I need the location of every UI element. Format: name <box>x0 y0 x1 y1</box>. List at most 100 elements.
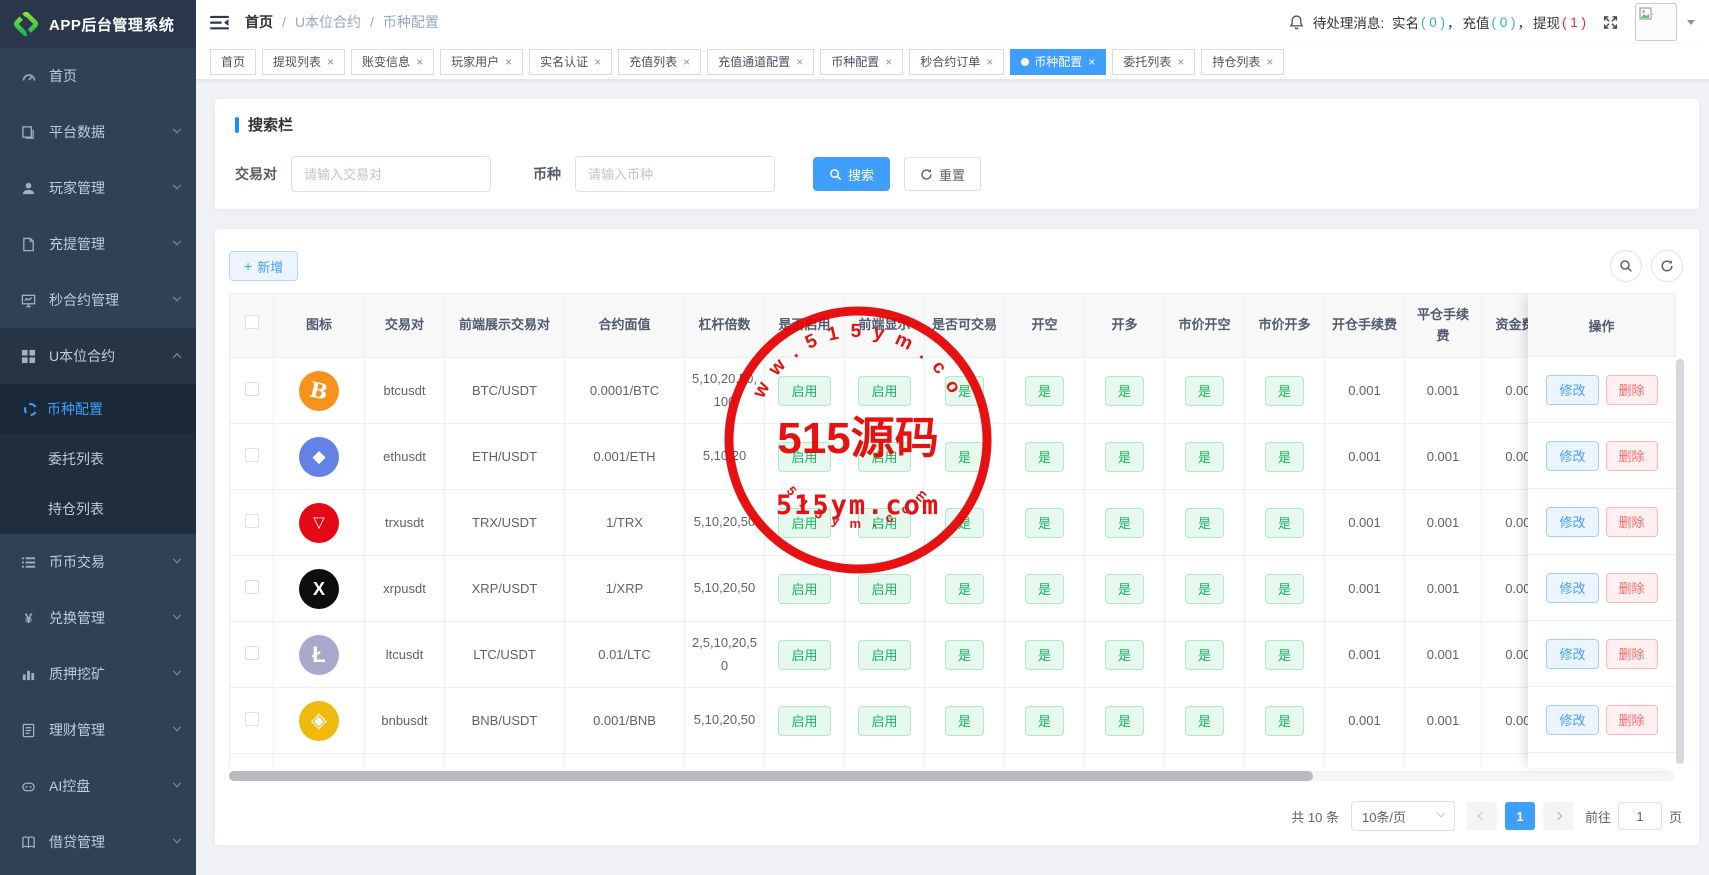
close-icon[interactable] <box>594 56 601 68</box>
tab-seconds-orders[interactable]: 秒合约订单 <box>909 49 1004 75</box>
tab-kyc[interactable]: 实名认证 <box>529 49 612 75</box>
open-long-toggle[interactable]: 是 <box>1105 640 1144 670</box>
row-checkbox[interactable] <box>245 382 259 396</box>
close-icon[interactable] <box>683 56 690 68</box>
close-icon[interactable] <box>1088 56 1095 68</box>
sidebar-item-platform-data[interactable]: 平台数据 <box>0 104 196 160</box>
front-display-toggle[interactable]: 启用 <box>858 508 910 538</box>
close-icon[interactable] <box>327 56 334 68</box>
sidebar-collapse-icon[interactable] <box>210 14 229 31</box>
sidebar-item-deposit-withdraw[interactable]: 充提管理 <box>0 216 196 272</box>
search-icon[interactable] <box>1610 250 1642 282</box>
open-short-toggle[interactable]: 是 <box>1025 706 1064 736</box>
delete-button[interactable]: 删除 <box>1606 375 1658 405</box>
market-open-short-toggle[interactable]: 是 <box>1185 706 1224 736</box>
open-long-toggle[interactable]: 是 <box>1105 442 1144 472</box>
market-open-short-toggle[interactable]: 是 <box>1185 640 1224 670</box>
sidebar-item-loan[interactable]: 借贷管理 <box>0 814 196 870</box>
page-size-select[interactable]: 10条/页 <box>1351 801 1455 831</box>
enabled-toggle[interactable]: 启用 <box>778 706 830 736</box>
close-icon[interactable] <box>1177 56 1184 68</box>
close-icon[interactable] <box>416 56 423 68</box>
open-long-toggle[interactable]: 是 <box>1105 706 1144 736</box>
tab-position-list[interactable]: 持仓列表 <box>1201 49 1284 75</box>
tab-recharge-channel[interactable]: 充值通道配置 <box>707 49 814 75</box>
next-page-button[interactable] <box>1543 802 1573 830</box>
market-open-short-toggle[interactable]: 是 <box>1185 574 1224 604</box>
sidebar-item-exchange[interactable]: ¥ 兑换管理 <box>0 590 196 646</box>
coin-input[interactable] <box>575 156 775 192</box>
sidebar-item-players[interactable]: 玩家管理 <box>0 160 196 216</box>
vertical-scrollbar[interactable] <box>1676 357 1684 768</box>
sidebar-item-coin-config[interactable]: 币种配置 <box>0 384 196 434</box>
can-trade-toggle[interactable]: 是 <box>945 376 984 406</box>
open-short-toggle[interactable]: 是 <box>1025 508 1064 538</box>
open-long-toggle[interactable]: 是 <box>1105 508 1144 538</box>
reset-button[interactable]: 重置 <box>904 157 981 191</box>
sidebar-item-finance[interactable]: 理财管理 <box>0 702 196 758</box>
enabled-toggle[interactable]: 启用 <box>778 640 830 670</box>
row-checkbox[interactable] <box>245 712 259 726</box>
tab-withdraw-list[interactable]: 提现列表 <box>262 49 345 75</box>
row-checkbox[interactable] <box>245 448 259 462</box>
tab-player-users[interactable]: 玩家用户 <box>440 49 523 75</box>
edit-button[interactable]: 修改 <box>1546 705 1598 735</box>
notice-withdraw[interactable]: 提现 <box>1533 12 1560 32</box>
open-long-toggle[interactable]: 是 <box>1105 574 1144 604</box>
close-icon[interactable] <box>1266 56 1273 68</box>
breadcrumb-home[interactable]: 首页 <box>245 12 273 32</box>
open-short-toggle[interactable]: 是 <box>1025 442 1064 472</box>
bell-icon[interactable] <box>1288 14 1305 31</box>
sidebar-item-usdt-contract[interactable]: U本位合约 <box>0 328 196 384</box>
front-display-toggle[interactable]: 启用 <box>858 376 910 406</box>
delete-button[interactable]: 删除 <box>1606 573 1658 603</box>
tab-coin-config-1[interactable]: 币种配置 <box>820 49 903 75</box>
open-short-toggle[interactable]: 是 <box>1025 574 1064 604</box>
prev-page-button[interactable] <box>1467 802 1497 830</box>
close-icon[interactable] <box>796 56 803 68</box>
edit-button[interactable]: 修改 <box>1546 573 1598 603</box>
market-open-long-toggle[interactable]: 是 <box>1265 706 1304 736</box>
enabled-toggle[interactable]: 启用 <box>778 508 830 538</box>
refresh-icon[interactable] <box>1651 250 1683 282</box>
front-display-toggle[interactable]: 启用 <box>858 706 910 736</box>
notice-recharge[interactable]: 充值 <box>1462 12 1489 32</box>
enabled-toggle[interactable]: 启用 <box>778 574 830 604</box>
horizontal-scrollbar[interactable] <box>229 771 1674 781</box>
tab-order-list[interactable]: 委托列表 <box>1112 49 1195 75</box>
avatar[interactable] <box>1635 3 1677 41</box>
market-open-short-toggle[interactable]: 是 <box>1185 442 1224 472</box>
search-button[interactable]: 搜索 <box>813 157 890 191</box>
edit-button[interactable]: 修改 <box>1546 441 1598 471</box>
can-trade-toggle[interactable]: 是 <box>945 706 984 736</box>
sidebar-item-order-list[interactable]: 委托列表 <box>0 434 196 484</box>
front-display-toggle[interactable]: 启用 <box>858 442 910 472</box>
row-checkbox[interactable] <box>245 580 259 594</box>
open-short-toggle[interactable]: 是 <box>1025 376 1064 406</box>
market-open-short-toggle[interactable]: 是 <box>1185 508 1224 538</box>
enabled-toggle[interactable]: 启用 <box>778 376 830 406</box>
sidebar-item-home[interactable]: 首页 <box>0 48 196 104</box>
edit-button[interactable]: 修改 <box>1546 375 1598 405</box>
close-icon[interactable] <box>885 56 892 68</box>
can-trade-toggle[interactable]: 是 <box>945 640 984 670</box>
delete-button[interactable]: 删除 <box>1606 507 1658 537</box>
goto-page-input[interactable] <box>1618 802 1662 830</box>
market-open-long-toggle[interactable]: 是 <box>1265 640 1304 670</box>
enabled-toggle[interactable]: 启用 <box>778 442 830 472</box>
front-display-toggle[interactable]: 启用 <box>858 574 910 604</box>
can-trade-toggle[interactable]: 是 <box>945 508 984 538</box>
edit-button[interactable]: 修改 <box>1546 639 1598 669</box>
row-checkbox[interactable] <box>245 646 259 660</box>
market-open-long-toggle[interactable]: 是 <box>1265 574 1304 604</box>
page-1-button[interactable]: 1 <box>1505 802 1535 830</box>
can-trade-toggle[interactable]: 是 <box>945 442 984 472</box>
tab-recharge-list[interactable]: 充值列表 <box>618 49 701 75</box>
market-open-long-toggle[interactable]: 是 <box>1265 442 1304 472</box>
select-all-checkbox[interactable] <box>245 315 259 329</box>
can-trade-toggle[interactable]: 是 <box>945 574 984 604</box>
market-open-long-toggle[interactable]: 是 <box>1265 376 1304 406</box>
market-open-long-toggle[interactable]: 是 <box>1265 508 1304 538</box>
sidebar-item-seconds-contract[interactable]: 秒合约管理 <box>0 272 196 328</box>
open-short-toggle[interactable]: 是 <box>1025 640 1064 670</box>
